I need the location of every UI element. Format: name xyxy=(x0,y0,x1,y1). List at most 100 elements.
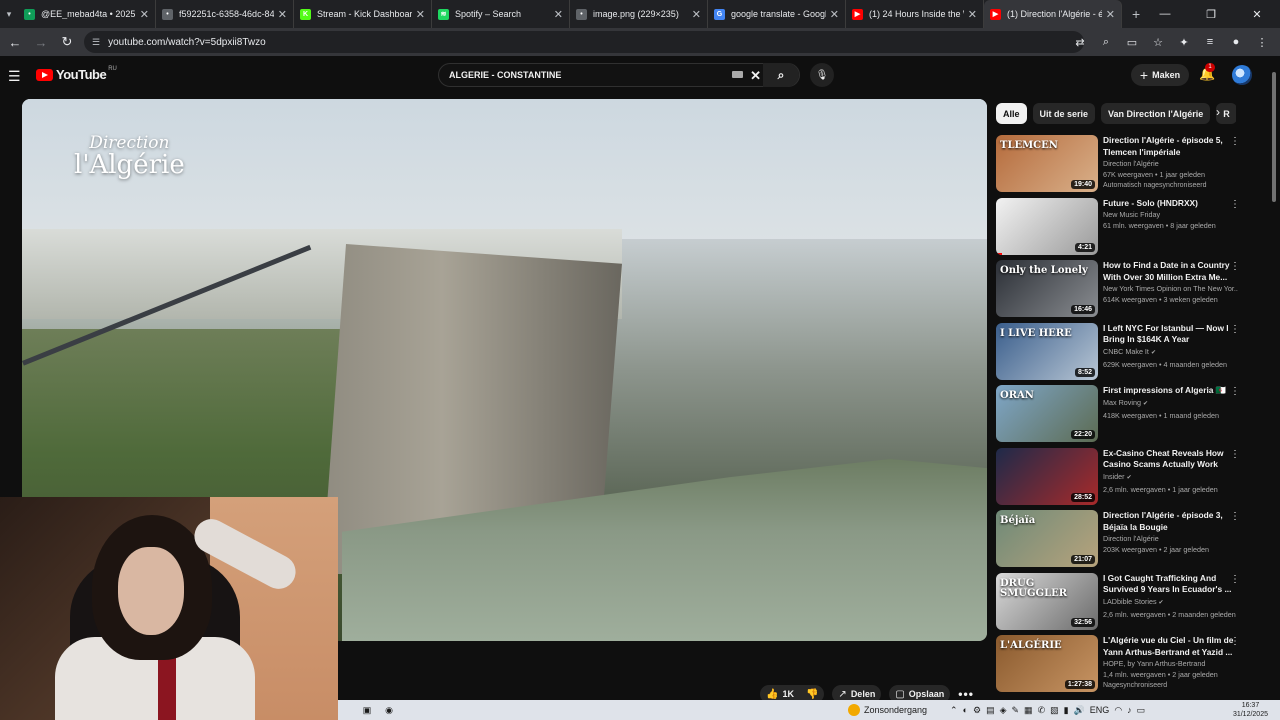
tab-close-icon[interactable]: ✕ xyxy=(830,8,839,21)
taskbar-app-discord-icon[interactable]: ◉ xyxy=(378,700,400,720)
video-thumbnail[interactable]: 28:52 xyxy=(996,447,1098,505)
more-actions-icon[interactable]: ••• xyxy=(958,687,974,701)
recommended-video[interactable]: Only the Lonely 16:46 How to Find a Date i… xyxy=(996,260,1246,318)
url-field[interactable]: ☰ youtube.com/watch?v=5dpxii8Twzo xyxy=(84,31,1084,53)
tray-overflow-icon[interactable]: ⌃ xyxy=(950,705,958,716)
search-input[interactable]: ALGERIE - CONSTANTINE ✕ ⌕ xyxy=(438,63,800,87)
browser-tab[interactable]: • f592251c-6358-46dc-846 ✕ xyxy=(156,0,294,28)
browser-tab[interactable]: • @EE_mebad4ta • 2025 K ✕ xyxy=(18,0,156,28)
browser-tab[interactable]: ≋ Spotify – Search ✕ xyxy=(432,0,570,28)
video-title[interactable]: L'Algérie vue du Ciel - Un film de Yann … xyxy=(1103,635,1238,658)
extensions-icon[interactable]: ✦ xyxy=(1174,31,1194,53)
notifications-bell-icon[interactable]: 🔔 1 xyxy=(1199,63,1215,82)
volume-icon[interactable]: 🔊 xyxy=(1074,705,1085,716)
site-info-icon[interactable]: ☰ xyxy=(92,37,100,48)
guide-menu-icon[interactable]: ☰ xyxy=(8,68,21,85)
recommended-video[interactable]: I LIVE HERE 8:52 I Left NYC For Istanbul —… xyxy=(996,322,1246,381)
video-options-icon[interactable]: ⋮ xyxy=(1230,136,1240,147)
speaker-icon[interactable]: ♪ xyxy=(1127,705,1132,715)
media-control-icon[interactable]: ≡ xyxy=(1200,31,1220,53)
browser-menu-icon[interactable]: ⋮ xyxy=(1252,31,1272,53)
video-title[interactable]: Direction l'Algérie - épisode 3, Béjaïa … xyxy=(1103,510,1238,533)
browser-tab[interactable]: Ggoogle translate - Googl ✕ xyxy=(708,0,846,28)
tab-search-icon[interactable]: ▾ xyxy=(0,0,18,28)
cast-icon[interactable]: ▭ xyxy=(1122,31,1142,53)
page-scrollbar[interactable] xyxy=(1270,62,1278,698)
minimize-icon[interactable]: — xyxy=(1142,0,1188,28)
channel-name[interactable]: New Music Friday xyxy=(1103,210,1160,219)
channel-name[interactable]: New York Times Opinion on The New Yor... xyxy=(1103,284,1238,293)
tray-app-icon[interactable]: ◐ xyxy=(963,705,968,715)
video-options-icon[interactable]: ⋮ xyxy=(1230,574,1240,585)
chips-next-icon[interactable]: › xyxy=(1216,105,1220,119)
close-window-icon[interactable]: ✕ xyxy=(1234,0,1280,28)
recommended-video[interactable]: TLEMCEN 19:40 Direction l'Algérie - épisod… xyxy=(996,135,1246,193)
tab-close-icon[interactable]: ✕ xyxy=(692,8,701,21)
wifi-icon[interactable]: ◠ xyxy=(1114,705,1122,716)
filter-chip[interactable]: Uit de serie xyxy=(1032,103,1096,124)
channel-name[interactable]: Insider xyxy=(1103,472,1125,481)
battery-icon[interactable]: ▭ xyxy=(1137,705,1146,716)
tray-app-icon[interactable]: ▧ xyxy=(1050,705,1059,716)
video-options-icon[interactable]: ⋮ xyxy=(1230,636,1240,647)
account-avatar[interactable] xyxy=(1232,65,1252,85)
channel-name[interactable]: LADbible Stories xyxy=(1103,597,1157,606)
video-options-icon[interactable]: ⋮ xyxy=(1230,386,1240,397)
scrollbar-thumb[interactable] xyxy=(1272,72,1276,202)
recommended-video[interactable]: ORAN 22:20 First impressions of Algeria 🇩🇿… xyxy=(996,385,1246,443)
video-options-icon[interactable]: ⋮ xyxy=(1230,199,1240,210)
restore-icon[interactable]: ❐ xyxy=(1188,0,1234,28)
new-tab-button[interactable]: + xyxy=(1132,6,1140,22)
video-thumbnail[interactable]: L'ALGÉRIE 1:27:38 xyxy=(996,635,1098,692)
search-button[interactable]: ⌕ xyxy=(763,63,799,87)
video-thumbnail[interactable]: Only the Lonely 16:46 xyxy=(996,260,1098,317)
filter-chip[interactable]: Alle xyxy=(996,103,1027,124)
keyboard-icon[interactable] xyxy=(732,71,743,78)
browser-tab[interactable]: • image.png (229×235) ✕ xyxy=(570,0,708,28)
thumbs-down-icon[interactable]: 👎 xyxy=(806,689,818,700)
video-thumbnail[interactable]: Béjaïa 21:07 xyxy=(996,510,1098,567)
create-button[interactable]: + Maken xyxy=(1131,64,1189,86)
taskbar-weather[interactable]: Zonsondergang xyxy=(848,700,927,720)
video-options-icon[interactable]: ⋮ xyxy=(1230,449,1240,460)
tab-close-icon[interactable]: ✕ xyxy=(140,8,149,21)
profile-icon[interactable]: ● xyxy=(1226,31,1246,53)
filter-chip[interactable]: Van Direction l'Algérie xyxy=(1101,103,1211,124)
tab-close-icon[interactable]: ✕ xyxy=(968,8,977,21)
tray-app-icon[interactable]: ▦ xyxy=(1024,705,1033,716)
video-options-icon[interactable]: ⋮ xyxy=(1230,324,1240,335)
video-title[interactable]: Future - Solo (HNDRXX) xyxy=(1103,198,1238,210)
channel-name[interactable]: Max Roving xyxy=(1103,398,1141,407)
clear-search-icon[interactable]: ✕ xyxy=(750,68,761,84)
video-thumbnail[interactable]: TLEMCEN 19:40 xyxy=(996,135,1098,192)
translate-icon[interactable]: ⇄ xyxy=(1070,31,1090,53)
tray-app-icon[interactable]: ▤ xyxy=(986,705,995,716)
browser-tab[interactable]: ▶ (1) Direction l'Algérie - é ✕ xyxy=(984,0,1122,28)
video-thumbnail[interactable]: I LIVE HERE 8:52 xyxy=(996,322,1098,380)
video-title[interactable]: I Got Caught Trafficking And Survived 9 … xyxy=(1103,573,1238,596)
tab-close-icon[interactable]: ✕ xyxy=(278,8,287,21)
voice-search-mic-icon[interactable]: 🎙 xyxy=(810,63,834,87)
forward-icon[interactable]: → xyxy=(30,31,52,53)
channel-name[interactable]: Direction l'Algérie xyxy=(1103,534,1159,543)
tab-close-icon[interactable]: ✕ xyxy=(1106,8,1115,21)
recommended-video[interactable]: DRUG SMUGGLER 32:56 I Got Caught Trafficki… xyxy=(996,572,1246,631)
back-icon[interactable]: ← xyxy=(4,31,26,53)
language-indicator[interactable]: ENG xyxy=(1090,705,1110,715)
video-thumbnail[interactable]: DRUG SMUGGLER 32:56 xyxy=(996,572,1098,630)
tray-app-icon[interactable]: ◈ xyxy=(1000,705,1007,716)
channel-name[interactable]: Direction l'Algérie xyxy=(1103,159,1159,168)
tab-close-icon[interactable]: ✕ xyxy=(416,8,425,21)
video-title[interactable]: How to Find a Date in a Country With Ove… xyxy=(1103,260,1238,283)
recommended-video[interactable]: Béjaïa 21:07 Direction l'Algérie - épisode… xyxy=(996,510,1246,568)
tray-app-icon[interactable]: ✎ xyxy=(1012,705,1020,716)
channel-name[interactable]: HOPE, by Yann Arthus-Bertrand xyxy=(1103,659,1205,668)
tray-app-icon[interactable]: ▮ xyxy=(1064,705,1069,716)
recommended-video[interactable]: 28:52 Ex-Casino Cheat Reveals How Casino … xyxy=(996,447,1246,506)
video-title[interactable]: Ex-Casino Cheat Reveals How Casino Scams… xyxy=(1103,448,1238,471)
video-title[interactable]: First impressions of Algeria 🇩🇿 xyxy=(1103,385,1238,397)
youtube-logo[interactable]: YouTube RU xyxy=(36,66,117,82)
recommended-video[interactable]: L'ALGÉRIE 1:27:38 L'Algérie vue du Ciel - … xyxy=(996,635,1246,693)
tray-app-icon[interactable]: ✆ xyxy=(1038,705,1046,716)
video-options-icon[interactable]: ⋮ xyxy=(1230,261,1240,272)
